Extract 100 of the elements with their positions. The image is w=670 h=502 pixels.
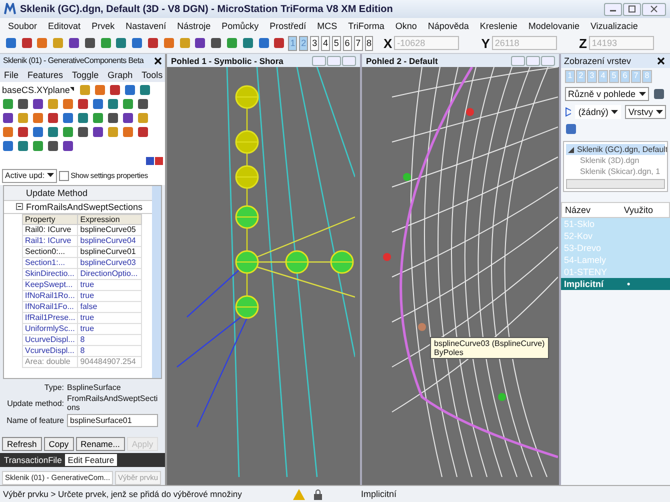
panel-button[interactable]: Copy: [44, 437, 74, 452]
tool-icon[interactable]: [62, 112, 74, 124]
menu-item[interactable]: Prostředí: [270, 20, 306, 30]
view-toggle-button[interactable]: 7: [354, 36, 363, 50]
tool-icon[interactable]: [109, 84, 121, 96]
menu-item[interactable]: TriForma: [348, 20, 384, 30]
graph-node[interactable]: [235, 250, 259, 274]
tool-icon[interactable]: [17, 98, 29, 110]
expression-cell[interactable]: true: [78, 279, 142, 290]
property-cell[interactable]: UcurveDispl...: [22, 334, 78, 346]
expression-cell[interactable]: false: [78, 301, 142, 312]
expression-cell[interactable]: true: [78, 312, 142, 324]
graph-node[interactable]: [235, 205, 259, 229]
tool-icon[interactable]: [77, 112, 89, 124]
graph-node[interactable]: [235, 295, 259, 319]
expression-cell[interactable]: bsplineCurve03: [78, 257, 142, 268]
tool-icon[interactable]: [77, 98, 89, 110]
view-toggle-button[interactable]: 8: [364, 36, 374, 50]
tool-icon[interactable]: [92, 126, 104, 138]
tool-icon[interactable]: [47, 140, 59, 152]
tool-icon[interactable]: [146, 36, 160, 50]
close-button[interactable]: [642, 2, 666, 16]
menu-item[interactable]: Toggle: [72, 70, 99, 80]
play-icon[interactable]: [565, 107, 572, 117]
tool-icon[interactable]: [62, 126, 74, 138]
expression-cell[interactable]: bsplineCurve01: [78, 246, 142, 258]
viewport[interactable]: bsplineCurve03 (BsplineCurve) ByPoles: [362, 67, 559, 485]
tool-icon[interactable]: [240, 36, 255, 50]
view-toggle-button[interactable]: 6: [342, 36, 352, 50]
update-dropdown[interactable]: Active upd:: [2, 168, 57, 183]
filter-dropdown[interactable]: (žádný): [575, 105, 622, 119]
tool-icon[interactable]: [130, 36, 144, 50]
property-cell[interactable]: IfNoRail1Ro...: [22, 290, 78, 302]
property-cell[interactable]: IfNoRail1Fo...: [22, 301, 78, 312]
property-cell[interactable]: Section1:...: [22, 257, 78, 268]
panel-button[interactable]: Rename...: [76, 437, 125, 452]
tool-icon[interactable]: [2, 112, 14, 124]
scrollbar[interactable]: [152, 186, 161, 378]
tab[interactable]: TransactionFile: [1, 454, 65, 466]
menu-item[interactable]: Tools: [142, 70, 163, 80]
tool-icon[interactable]: [77, 126, 89, 138]
name-field[interactable]: bsplineSurface01: [67, 414, 158, 428]
tool-icon[interactable]: [32, 126, 44, 138]
tool-icon[interactable]: [137, 126, 149, 138]
maximize-button[interactable]: [623, 2, 641, 16]
tool-icon[interactable]: [114, 36, 128, 50]
viewport[interactable]: [167, 67, 360, 485]
menu-item[interactable]: Okno: [395, 20, 417, 30]
scrollbar[interactable]: [566, 179, 665, 189]
menu-item[interactable]: Graph: [108, 70, 133, 80]
menu-item[interactable]: Nástroje: [177, 20, 211, 30]
tool-icon[interactable]: [4, 36, 18, 50]
property-cell[interactable]: SkinDirectio...: [22, 268, 78, 280]
tool-icon[interactable]: [122, 112, 134, 124]
graph-node[interactable]: [235, 165, 259, 189]
tree-item[interactable]: Sklenik (Skicar).dgn, 1: [566, 166, 665, 177]
expression-cell[interactable]: true: [78, 323, 142, 334]
view-toggle-button[interactable]: 4: [321, 36, 330, 50]
property-cell[interactable]: IfRail1Prese...: [22, 312, 78, 324]
property-cell[interactable]: VcurveDispl...: [22, 345, 78, 356]
menu-item[interactable]: Modelovanie: [528, 20, 580, 30]
tool-icon[interactable]: [565, 123, 577, 135]
menu-item[interactable]: Soubor: [8, 20, 38, 30]
menu-item[interactable]: Kreslenie: [480, 20, 518, 30]
tool-icon[interactable]: [47, 112, 59, 124]
property-cell[interactable]: UniformlySc...: [22, 323, 78, 334]
graph-node[interactable]: [235, 130, 259, 154]
menu-item[interactable]: Editovat: [48, 20, 81, 30]
menu-item[interactable]: MCS: [317, 20, 338, 30]
property-cell[interactable]: Rail1: ICurve: [22, 235, 78, 246]
menu-item[interactable]: Vizualizacie: [590, 20, 638, 30]
mode-dropdown[interactable]: Různě v pohlede: [565, 87, 649, 101]
tool-icon[interactable]: [82, 36, 97, 50]
tool-icon[interactable]: [92, 98, 104, 110]
graph-node[interactable]: [330, 250, 354, 274]
tool-icon[interactable]: [62, 140, 74, 152]
menu-item[interactable]: Pomůcky: [222, 20, 259, 30]
expression-cell[interactable]: DirectionOptio...: [78, 268, 142, 280]
tool-icon[interactable]: [107, 112, 119, 124]
property-cell[interactable]: KeepSwept...: [22, 279, 78, 290]
graph-node[interactable]: [235, 85, 259, 109]
tool-icon[interactable]: [2, 140, 14, 152]
graph-node[interactable]: [285, 250, 309, 274]
tab[interactable]: Edit Feature: [64, 454, 118, 466]
layer-row[interactable]: Implicitní •: [561, 278, 670, 290]
tool-icon[interactable]: [124, 84, 136, 96]
tool-icon[interactable]: [2, 98, 14, 110]
tool-icon[interactable]: [32, 140, 44, 152]
tool-icon[interactable]: [92, 112, 104, 124]
property-cell[interactable]: Section0:...: [22, 246, 78, 258]
menu-item[interactable]: Features: [28, 70, 64, 80]
tool-icon[interactable]: [272, 36, 286, 50]
expression-cell[interactable]: 8: [78, 345, 142, 356]
tool-icon[interactable]: [47, 126, 59, 138]
tool-icon[interactable]: [32, 98, 44, 110]
tool-icon[interactable]: [139, 84, 151, 96]
expression-cell[interactable]: 8: [78, 334, 142, 346]
minimize-button[interactable]: [604, 2, 622, 16]
pin-icon[interactable]: [146, 156, 154, 165]
layers-dropdown[interactable]: Vrstvy: [625, 105, 666, 119]
